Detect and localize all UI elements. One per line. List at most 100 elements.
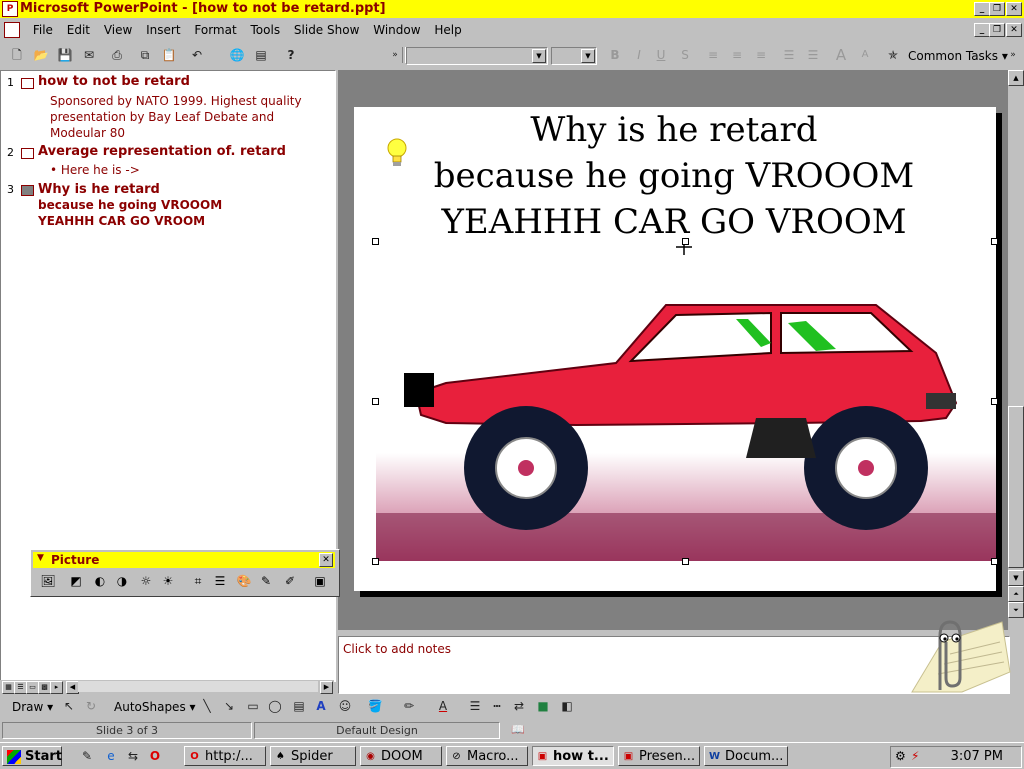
resize-handle[interactable]	[991, 398, 998, 405]
minimize-button[interactable]: _	[974, 2, 990, 16]
doc-close-button[interactable]: ✕	[1006, 23, 1022, 37]
text-box-icon[interactable]: ▤	[290, 697, 308, 715]
select-objects-icon[interactable]: ↖	[60, 697, 78, 715]
new-slide-icon[interactable]: ▤	[252, 46, 270, 64]
numbering-icon[interactable]: ☰	[780, 46, 798, 64]
menu-format[interactable]: Format	[189, 20, 241, 37]
dash-style-icon[interactable]: ┅	[488, 697, 506, 715]
outline-slide-title[interactable]: how to not be retard	[38, 74, 190, 89]
font-name-combo[interactable]: ▼	[406, 47, 548, 65]
increase-font-icon[interactable]: A	[832, 46, 850, 64]
slide-icon[interactable]	[21, 78, 34, 89]
print-icon[interactable]: ⎙	[108, 46, 126, 64]
notes-placeholder[interactable]: Click to add notes	[343, 642, 451, 656]
less-contrast-icon[interactable]: ◑	[113, 572, 131, 590]
save-icon[interactable]: 💾	[56, 46, 74, 64]
start-button[interactable]: Start	[2, 746, 62, 766]
menu-window[interactable]: Window	[368, 20, 425, 37]
tray-flash-icon[interactable]: ⚡	[911, 749, 919, 763]
outline-slide-title-line[interactable]: because he going VROOOM	[38, 198, 222, 212]
less-brightness-icon[interactable]: ☀	[159, 572, 177, 590]
resize-handle[interactable]	[682, 558, 689, 565]
recolor-icon[interactable]: 🎨	[235, 572, 253, 590]
hyperlink-icon[interactable]: 🌐	[228, 46, 246, 64]
toolbar-options-icon[interactable]: »	[1004, 46, 1022, 64]
car-picture[interactable]	[376, 243, 996, 561]
picture-toolbar[interactable]: ▼ Picture ✕ 🖼 ◩ ◐ ◑ ☼ ☀ ⌗ ☰ 🎨 ✎ ✐ ▣	[30, 549, 340, 597]
draw-menu-button[interactable]: Draw ▾	[12, 700, 53, 714]
slide-canvas[interactable]: Why is he retard because he going VROOOM…	[354, 107, 998, 591]
font-size-combo[interactable]: ▼	[551, 47, 597, 65]
set-transparent-color-icon[interactable]: ✐	[281, 572, 299, 590]
line-tool-icon[interactable]: ╲	[198, 697, 216, 715]
common-tasks-icon[interactable]: ✯	[884, 46, 902, 64]
bullets-icon[interactable]: ☰	[804, 46, 822, 64]
format-picture-icon[interactable]: ✎	[257, 572, 275, 590]
reset-picture-icon[interactable]: ▣	[311, 572, 329, 590]
decrease-font-icon[interactable]: A	[856, 46, 874, 64]
new-icon[interactable]: 🗋	[8, 46, 26, 64]
lightbulb-icon[interactable]	[386, 137, 408, 171]
wordart-icon[interactable]: A	[312, 697, 330, 715]
tray-network-icon[interactable]: ⚙	[895, 749, 906, 763]
bold-icon[interactable]: B	[606, 46, 624, 64]
resize-handle[interactable]	[372, 558, 379, 565]
outline-bullet[interactable]: • Here he is ->	[50, 163, 140, 177]
task-macro[interactable]: ⊘ Macro...	[446, 746, 528, 766]
menu-insert[interactable]: Insert	[141, 20, 185, 37]
chevron-down-icon[interactable]: ▼	[532, 49, 546, 63]
slide-icon[interactable]	[21, 148, 34, 159]
slide-icon[interactable]	[21, 185, 34, 196]
doc-minimize-button[interactable]: _	[974, 23, 990, 37]
office-assistant-clippy[interactable]	[902, 612, 1012, 694]
quicklaunch-ie-icon[interactable]: e	[102, 747, 120, 765]
open-icon[interactable]: 📂	[32, 46, 50, 64]
previous-slide-icon[interactable]: ⏶	[1008, 586, 1024, 602]
scroll-down-icon[interactable]: ▼	[1008, 570, 1024, 586]
restore-button[interactable]: ❐	[989, 2, 1005, 16]
3d-style-icon[interactable]: ◧	[558, 697, 576, 715]
paste-icon[interactable]: 📋	[160, 46, 178, 64]
resize-handle[interactable]	[991, 558, 998, 565]
clock[interactable]: 3:07 PM	[951, 749, 1003, 764]
line-style-icon[interactable]: ☰	[211, 572, 229, 590]
outline-slide-body[interactable]: Sponsored by NATO 1999. Highest quality …	[50, 93, 330, 141]
copy-icon[interactable]: ⧉	[136, 46, 154, 64]
font-color-icon[interactable]: A	[434, 697, 452, 715]
outline-slide-title[interactable]: Average representation of. retard	[38, 144, 286, 159]
task-how-to[interactable]: ▣ how t...	[532, 746, 614, 766]
outline-slide-title-line[interactable]: YEAHHH CAR GO VROOM	[38, 214, 205, 228]
rectangle-tool-icon[interactable]: ▭	[244, 697, 262, 715]
underline-icon[interactable]: U	[652, 46, 670, 64]
crop-icon[interactable]: ⌗	[189, 572, 207, 590]
picture-toolbar-header[interactable]: ▼ Picture ✕	[33, 552, 335, 568]
menu-slide-show[interactable]: Slide Show	[289, 20, 364, 37]
oval-tool-icon[interactable]: ◯	[266, 697, 284, 715]
task-presentation[interactable]: ▣ Presen...	[618, 746, 700, 766]
more-contrast-icon[interactable]: ◐	[91, 572, 109, 590]
close-button[interactable]: ✕	[1006, 2, 1022, 16]
menu-edit[interactable]: Edit	[62, 20, 95, 37]
outline-slide-title-line[interactable]: Why is he retard	[38, 182, 160, 197]
task-doom[interactable]: ◉ DOOM	[360, 746, 442, 766]
resize-handle[interactable]	[372, 398, 379, 405]
vertical-scrollbar[interactable]: ▲ ▼ ⏶ ⏷	[1008, 70, 1024, 630]
fill-color-icon[interactable]: 🪣	[366, 697, 384, 715]
arrow-tool-icon[interactable]: ↘	[220, 697, 238, 715]
line-color-icon[interactable]: ✏	[400, 697, 418, 715]
doc-restore-button[interactable]: ❐	[989, 23, 1005, 37]
insert-picture-icon[interactable]: 🖼	[39, 572, 57, 590]
quicklaunch-outlook-icon[interactable]: ⇆	[124, 747, 142, 765]
clip-art-icon[interactable]: ☺	[336, 697, 354, 715]
scroll-thumb[interactable]	[1008, 406, 1024, 568]
resize-handle[interactable]	[372, 238, 379, 245]
common-tasks-button[interactable]: Common Tasks ▾	[908, 49, 1008, 63]
undo-icon[interactable]: ↶	[188, 46, 206, 64]
close-icon[interactable]: ✕	[319, 553, 333, 567]
help-icon[interactable]: ?	[282, 46, 300, 64]
image-control-icon[interactable]: ◩	[67, 572, 85, 590]
arrow-style-icon[interactable]: ⇄	[510, 697, 528, 715]
shadow-style-icon[interactable]: ■	[534, 697, 552, 715]
powerpoint-app-icon[interactable]: P	[2, 1, 18, 17]
scroll-right-icon[interactable]: ▶	[320, 681, 333, 694]
